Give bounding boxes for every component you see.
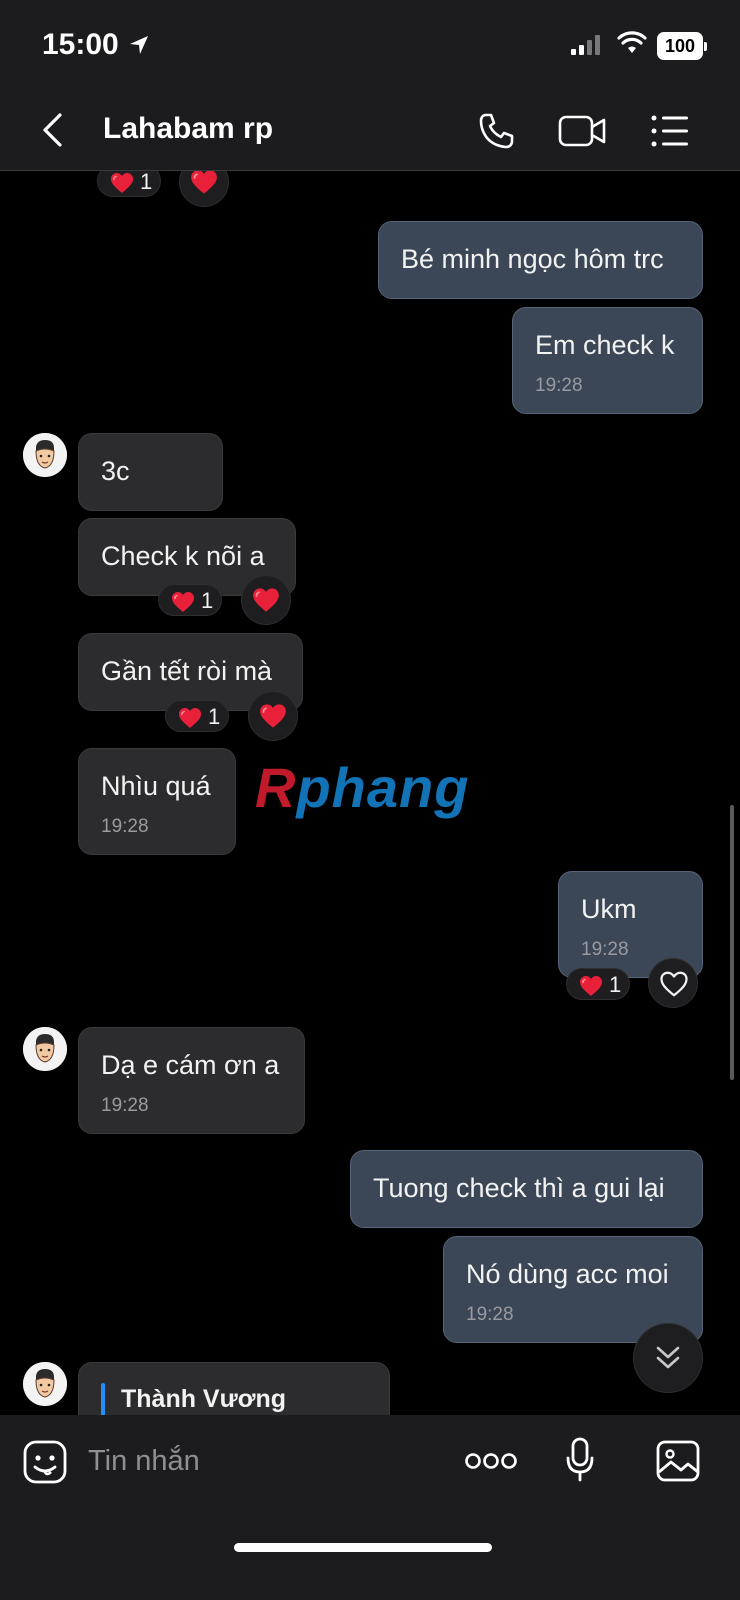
status-time: 15:00	[42, 28, 119, 61]
heart-reaction-button[interactable]	[179, 171, 229, 207]
message-text: 3c	[101, 456, 130, 486]
message-text: Gần tết ròi mà	[101, 656, 273, 686]
watermark-part1: R	[255, 756, 297, 819]
wifi-icon	[617, 31, 647, 60]
scroll-to-bottom-button[interactable]	[633, 1323, 703, 1393]
heart-icon	[252, 587, 280, 613]
message-time: 19:28	[101, 816, 149, 837]
chat-header: Lahabam rp	[0, 92, 740, 171]
message-time: 19:28	[535, 375, 583, 396]
phone-call-icon[interactable]	[478, 112, 518, 155]
reaction-count: 1	[208, 704, 221, 729]
message-bubble-incoming[interactable]: Nhìu quá 19:28	[78, 748, 236, 855]
heart-outline-icon	[660, 971, 688, 997]
list-menu-icon[interactable]	[650, 112, 690, 155]
microphone-icon[interactable]	[565, 1437, 595, 1488]
heart-icon	[171, 591, 195, 613]
more-options-icon[interactable]	[465, 1451, 517, 1476]
message-bubble-incoming[interactable]: Dạ e cám ơn a 19:28	[78, 1027, 305, 1134]
message-text: Bé minh ngọc hôm trc	[401, 244, 664, 274]
message-time: 19:28	[581, 939, 629, 960]
status-bar: 15:00 100	[0, 0, 740, 92]
home-indicator	[234, 1543, 492, 1552]
watermark-part2: phang	[296, 756, 470, 819]
heart-icon	[190, 171, 218, 195]
heart-icon	[259, 703, 287, 729]
double-chevron-down-icon	[656, 1346, 680, 1369]
watermark-logo: Rphang	[255, 755, 469, 820]
back-arrow-icon[interactable]	[40, 112, 66, 153]
heart-reaction-button[interactable]	[241, 575, 291, 625]
reply-indicator-bar	[101, 1383, 105, 1417]
reaction-count-pill[interactable]: 1	[566, 968, 630, 1000]
image-gallery-icon[interactable]	[655, 1439, 701, 1488]
message-text: Em check k	[535, 330, 675, 360]
message-text: Nó dùng acc moi	[466, 1259, 669, 1289]
avatar[interactable]	[23, 1362, 67, 1406]
avatar[interactable]	[23, 1027, 67, 1071]
reaction-count-pill[interactable]: 1	[165, 700, 229, 732]
avatar[interactable]	[23, 433, 67, 477]
heart-outline-reaction-button[interactable]	[648, 958, 698, 1008]
sticker-emoji-icon[interactable]	[22, 1439, 68, 1490]
message-composer: Tin nhắn	[0, 1415, 740, 1600]
reply-sender-name: Thành Vương	[121, 1385, 287, 1413]
cellular-signal-icon	[570, 34, 604, 61]
video-call-icon[interactable]	[558, 112, 608, 155]
scrollbar[interactable]	[730, 805, 734, 1080]
reaction-count: 1	[609, 972, 622, 997]
battery-icon: 100	[657, 32, 707, 60]
reaction-count: 1	[140, 171, 153, 194]
message-bubble-outgoing[interactable]: Bé minh ngọc hôm trc	[378, 221, 703, 299]
heart-icon	[110, 172, 134, 194]
heart-reaction-button[interactable]	[248, 691, 298, 741]
location-arrow-icon	[128, 34, 150, 61]
message-time: 19:28	[466, 1304, 514, 1325]
heart-icon	[178, 707, 202, 729]
heart-icon	[579, 975, 603, 997]
message-input[interactable]: Tin nhắn	[88, 1445, 200, 1478]
reaction-count: 1	[201, 588, 214, 613]
message-bubble-outgoing[interactable]: Em check k 19:28	[512, 307, 703, 414]
message-bubble-incoming[interactable]: 3c	[78, 433, 223, 511]
message-time: 19:28	[101, 1095, 149, 1116]
message-text: Dạ e cám ơn a	[101, 1050, 280, 1080]
message-text: Check k nõi a	[101, 541, 265, 571]
message-text: Ukm	[581, 894, 637, 924]
reaction-count-pill[interactable]: 1	[97, 171, 161, 197]
message-text: Tuong check thì a gui lại	[373, 1173, 665, 1203]
chat-title[interactable]: Lahabam rp	[103, 112, 273, 146]
message-bubble-outgoing[interactable]: Tuong check thì a gui lại	[350, 1150, 703, 1228]
reaction-count-pill[interactable]: 1	[158, 584, 222, 616]
message-text: Nhìu quá	[101, 771, 211, 801]
